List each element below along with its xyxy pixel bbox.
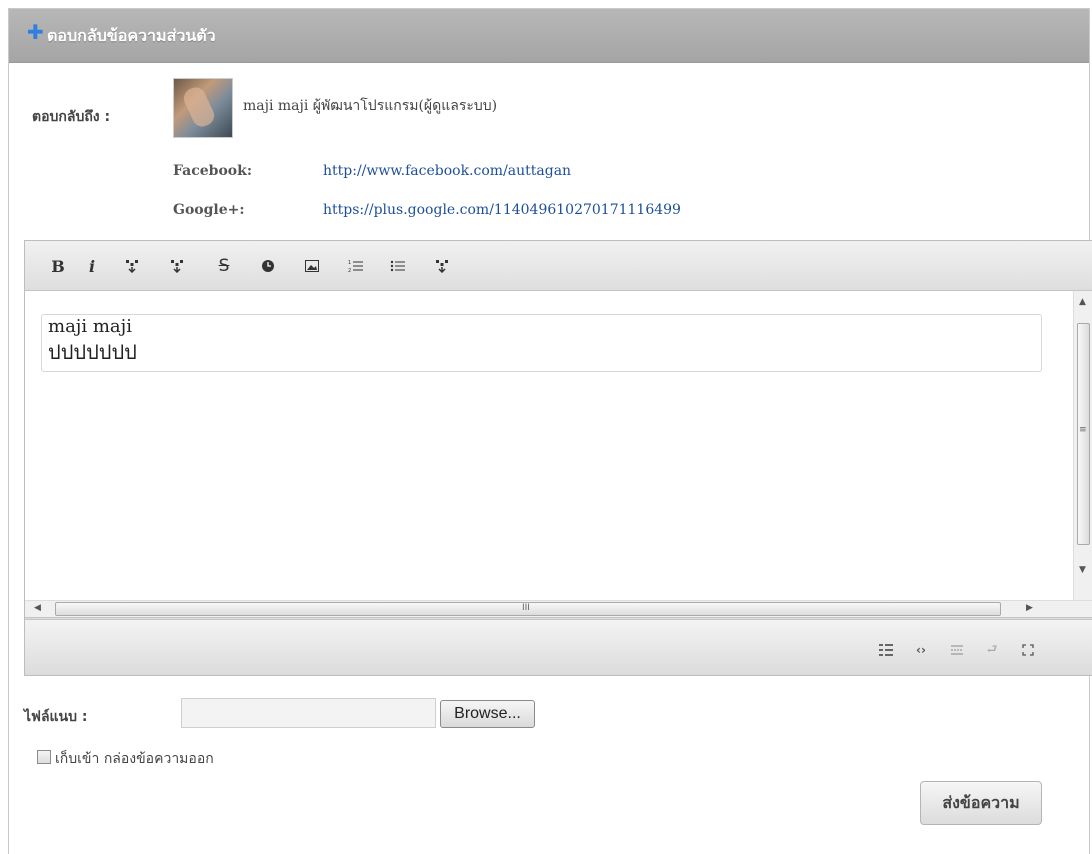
google-plus-label: Google+:	[173, 202, 245, 218]
message-editor: B i S 12 maji maji ปปปปปปป ▲ ≡ ▼ ◀ III ▶…	[24, 240, 1092, 676]
panel-header: ✚ ตอบกลับข้อความส่วนตัว	[9, 9, 1089, 63]
editor-toolbar: B i S 12	[25, 241, 1092, 291]
panel-title: ตอบกลับข้อความส่วนตัว	[47, 26, 216, 45]
grip-icon: ≡	[1079, 425, 1087, 435]
browse-button[interactable]: Browse...	[440, 700, 535, 728]
scroll-up-icon[interactable]: ▲	[1079, 297, 1086, 307]
image-icon[interactable]	[301, 255, 323, 277]
scroll-left-icon[interactable]: ◀	[34, 603, 41, 613]
save-to-outbox-label[interactable]: เก็บเข้า กล่องข้อความออก	[55, 748, 214, 770]
facebook-label: Facebook:	[173, 163, 253, 179]
google-plus-link[interactable]: https://plus.google.com/1140496102701711…	[323, 202, 681, 218]
svg-text:1: 1	[348, 260, 351, 266]
attachment-label: ไฟล์แนบ :	[24, 709, 88, 725]
reply-to-label: ตอบกลับถึง :	[32, 109, 111, 125]
message-text[interactable]: maji maji ปปปปปปป	[41, 314, 1042, 372]
text-line: maji maji	[48, 316, 132, 337]
format-icon[interactable]	[166, 255, 188, 277]
save-to-outbox-checkbox[interactable]	[37, 750, 51, 764]
horizontal-scroll-thumb[interactable]: III	[55, 602, 1001, 616]
unordered-list-icon[interactable]	[387, 255, 409, 277]
svg-text:2: 2	[348, 268, 351, 273]
strikethrough-icon[interactable]: S	[213, 255, 235, 277]
wrap-icon[interactable]: ⮐	[981, 640, 1003, 660]
ordered-list-icon[interactable]: 12	[345, 255, 367, 277]
vertical-scroll-thumb[interactable]: ≡	[1077, 323, 1090, 545]
avatar	[173, 78, 233, 138]
grip-icon: III	[522, 603, 530, 613]
format-icon[interactable]	[431, 255, 453, 277]
editor-bottom-bar: ‹› ⮐	[25, 617, 1092, 675]
text-line: ปปปปปปป	[48, 340, 137, 364]
color-icon[interactable]	[257, 255, 279, 277]
bold-icon[interactable]: B	[47, 255, 69, 277]
scroll-right-icon[interactable]: ▶	[1026, 603, 1033, 613]
scroll-down-icon[interactable]: ▼	[1079, 565, 1086, 575]
code-icon[interactable]: ‹›	[910, 640, 932, 660]
grid-icon[interactable]	[875, 640, 897, 660]
plus-icon: ✚	[27, 20, 44, 44]
vertical-scrollbar[interactable]: ▲ ≡ ▼	[1073, 291, 1092, 601]
format-icon[interactable]	[121, 255, 143, 277]
send-message-button[interactable]: ส่งข้อความ	[920, 781, 1042, 825]
facebook-link[interactable]: http://www.facebook.com/auttagan	[323, 163, 571, 179]
horizontal-scrollbar[interactable]: ◀ III ▶	[25, 600, 1092, 617]
file-path-input[interactable]	[181, 698, 436, 728]
split-icon[interactable]	[946, 640, 968, 660]
italic-icon[interactable]: i	[81, 255, 103, 277]
recipient-name: maji maji ผู้พัฒนาโปรแกรม(ผู้ดูแลระบบ)	[243, 98, 498, 114]
editor-content-area[interactable]: maji maji ปปปปปปป ▲ ≡ ▼ ◀ III ▶	[25, 291, 1092, 617]
fullscreen-icon[interactable]	[1017, 640, 1039, 660]
